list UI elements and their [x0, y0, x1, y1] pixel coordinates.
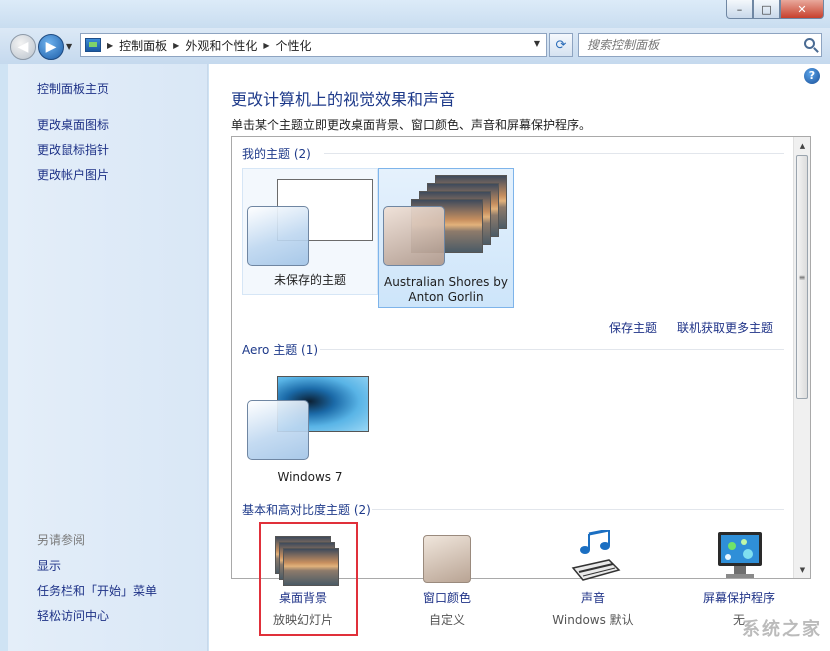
section-my-themes: 我的主题 (2) — [242, 147, 311, 161]
address-dropdown-icon[interactable]: ▼ — [534, 39, 540, 48]
theme-name: 未保存的主题 — [273, 273, 346, 287]
section-aero-themes: Aero 主题 (1) — [242, 343, 319, 357]
page-description: 单击某个主题立即更改桌面背景、窗口颜色、声音和屏幕保护程序。 — [231, 118, 592, 132]
breadcrumb-appearance[interactable]: 外观和个性化 — [185, 37, 257, 54]
address-bar[interactable]: ▶ 控制面板 ▶ 外观和个性化 ▶ 个性化 ▼ — [80, 33, 547, 57]
search-box — [578, 33, 822, 57]
section-divider — [372, 509, 784, 510]
close-button[interactable]: ✕ — [780, 0, 824, 19]
chevron-right-icon[interactable]: ▶ — [263, 41, 269, 50]
sidebar-link-control-panel-home[interactable]: 控制面板主页 — [37, 80, 109, 97]
page-title: 更改计算机上的视觉效果和声音 — [231, 90, 456, 109]
sidebar-link-desktop-icons[interactable]: 更改桌面图标 — [37, 116, 109, 133]
get-more-themes-link[interactable]: 联机获取更多主题 — [677, 319, 773, 336]
sounds-label[interactable]: 声音 — [533, 589, 653, 606]
recent-pages-dropdown-icon[interactable]: ▼ — [66, 42, 72, 51]
forward-arrow-icon[interactable]: ▶ — [38, 34, 64, 60]
sounds-value: Windows 默认 — [552, 613, 634, 627]
title-bar: – □ ✕ — [0, 0, 830, 28]
maximize-button[interactable]: □ — [753, 0, 780, 19]
sidebar: 控制面板主页 更改桌面图标 更改鼠标指针 更改帐户图片 另请参阅 显示 任务栏和… — [8, 64, 208, 651]
save-theme-link[interactable]: 保存主题 — [609, 319, 657, 336]
window-color-label[interactable]: 窗口颜色 — [387, 589, 507, 606]
search-icon[interactable] — [804, 38, 815, 49]
sidebar-link-account-picture[interactable]: 更改帐户图片 — [37, 166, 109, 183]
sounds-icon — [571, 530, 621, 581]
watermark-logo: 系统之家 — [742, 619, 822, 640]
help-icon[interactable]: ? — [804, 68, 820, 84]
window-controls: – □ ✕ — [726, 0, 824, 19]
sounds-setting[interactable]: 声音 Windows 默认 — [533, 522, 653, 632]
section-basic-themes: 基本和高对比度主题 (2) — [242, 503, 371, 517]
back-arrow-icon[interactable]: ◀ — [10, 34, 36, 60]
theme-glass-preview — [247, 206, 309, 266]
screensaver-label[interactable]: 屏幕保护程序 — [679, 589, 799, 606]
theme-unsaved[interactable]: 未保存的主题 — [242, 168, 378, 295]
sidebar-link-ease-of-access[interactable]: 轻松访问中心 — [37, 607, 109, 624]
refresh-icon[interactable]: ⟳ — [549, 33, 573, 57]
theme-name: Windows 7 — [277, 470, 343, 484]
sidebar-link-mouse-pointers[interactable]: 更改鼠标指针 — [37, 141, 109, 158]
sidebar-link-display[interactable]: 显示 — [37, 557, 61, 574]
theme-australian-shores[interactable]: Australian Shores by Anton Gorlin — [378, 168, 514, 308]
breadcrumb-control-panel[interactable]: 控制面板 — [119, 37, 167, 54]
see-also-heading: 另请参阅 — [37, 533, 86, 547]
section-divider — [324, 153, 784, 154]
theme-windows-7[interactable]: Windows 7 — [242, 365, 378, 489]
theme-glass-preview — [247, 400, 309, 460]
theme-list-scrollbar[interactable]: ▲ ≡ ▼ — [793, 137, 810, 578]
window-color-icon — [423, 535, 471, 583]
highlight-annotation-box — [259, 522, 358, 636]
chevron-right-icon[interactable]: ▶ — [107, 41, 113, 50]
breadcrumb-personalization[interactable]: 个性化 — [276, 37, 312, 54]
section-divider — [320, 349, 784, 350]
scroll-up-icon[interactable]: ▲ — [794, 137, 810, 154]
scrollbar-thumb[interactable]: ≡ — [796, 155, 808, 399]
search-input[interactable] — [579, 34, 789, 56]
window-color-setting[interactable]: 窗口颜色 自定义 — [387, 522, 507, 632]
screensaver-icon — [718, 532, 762, 578]
window-color-value: 自定义 — [428, 613, 465, 627]
theme-name-line1: Australian Shores by — [384, 275, 508, 289]
control-panel-icon — [85, 38, 101, 52]
chevron-right-icon[interactable]: ▶ — [173, 41, 179, 50]
theme-glass-preview — [383, 206, 445, 266]
minimize-button[interactable]: – — [726, 0, 753, 19]
theme-list: 我的主题 (2) 未保存的主题 Australian Shores by Ant… — [231, 136, 811, 579]
sidebar-link-taskbar[interactable]: 任务栏和「开始」菜单 — [37, 582, 157, 599]
theme-name-line2: Anton Gorlin — [408, 290, 484, 304]
